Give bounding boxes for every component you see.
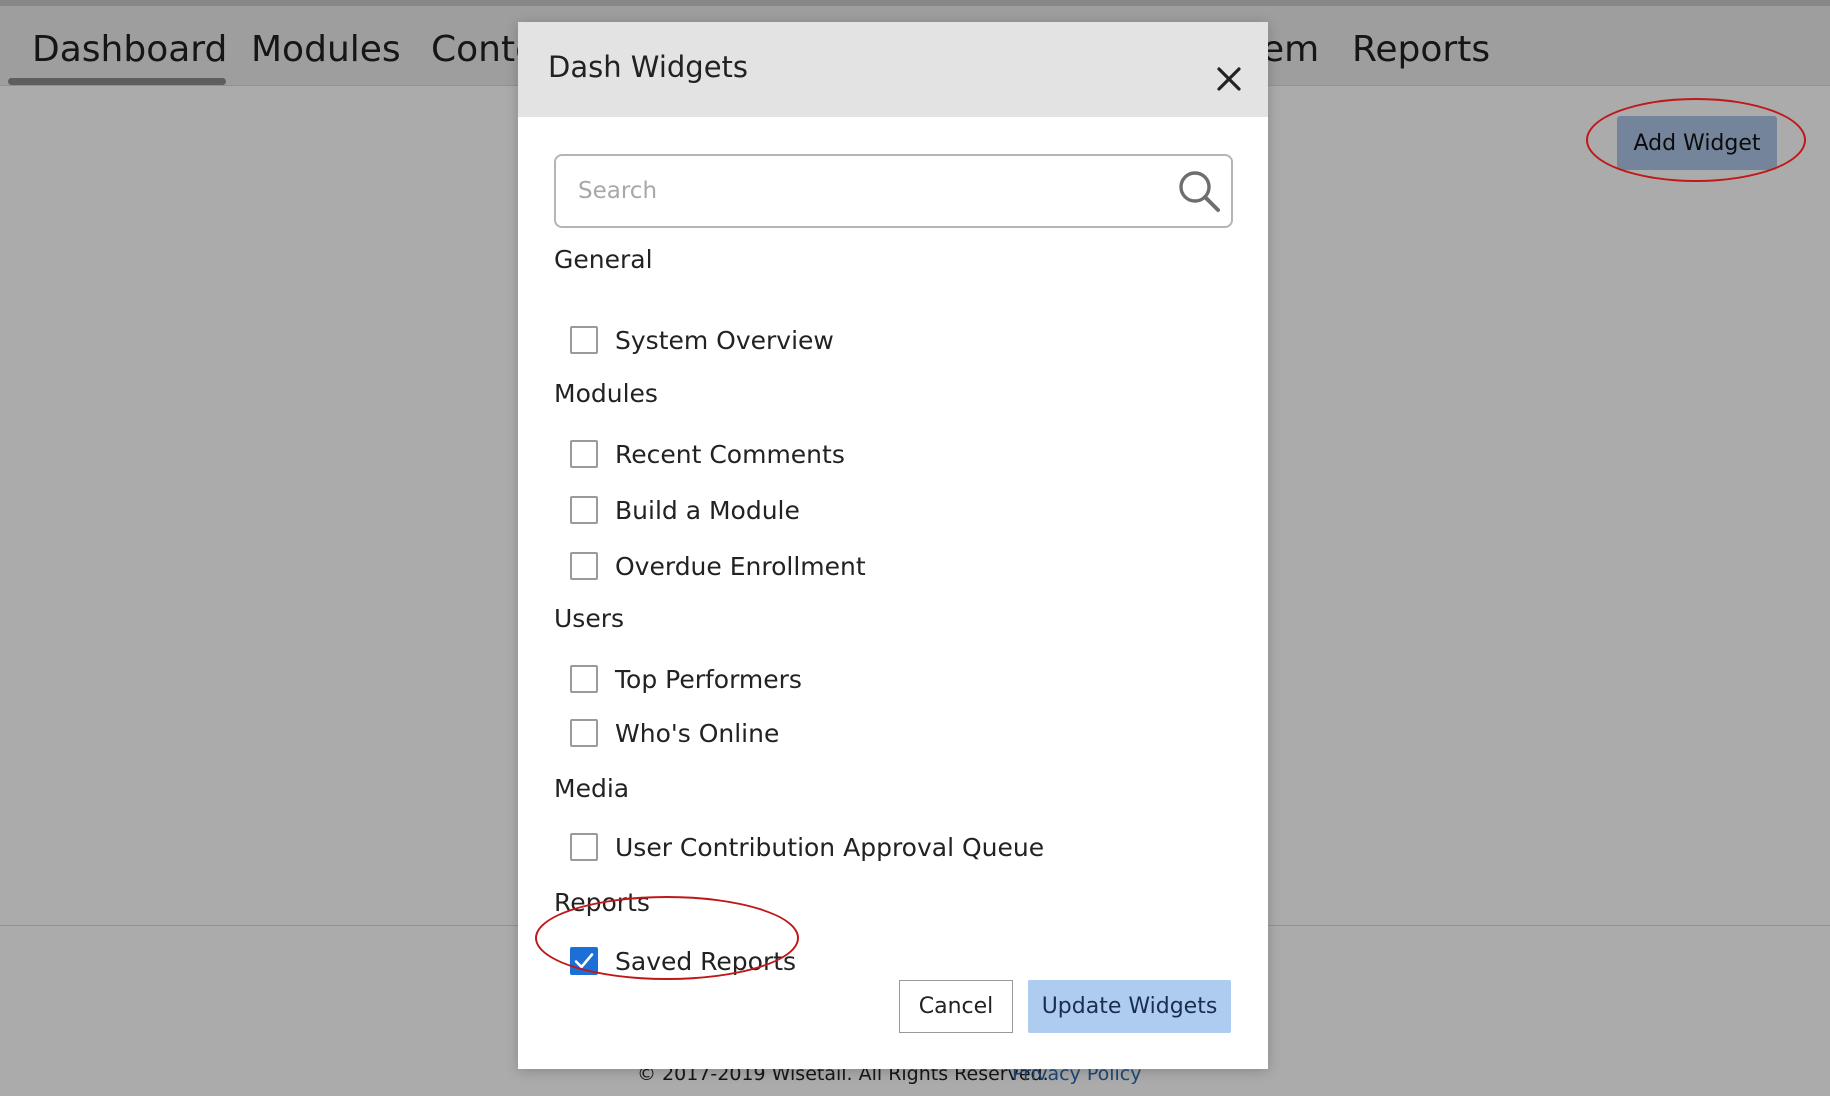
group-label-users: Users bbox=[554, 604, 625, 633]
checkbox[interactable] bbox=[570, 496, 598, 524]
checkbox[interactable] bbox=[570, 440, 598, 468]
search-input[interactable] bbox=[576, 166, 1140, 216]
option-label: Who's Online bbox=[615, 718, 780, 748]
group-label-modules: Modules bbox=[554, 379, 658, 408]
widget-option-build-a-module[interactable]: Build a Module bbox=[570, 492, 800, 528]
modal-title: Dash Widgets bbox=[548, 50, 749, 84]
checkbox[interactable] bbox=[570, 665, 598, 693]
checkbox-checked[interactable] bbox=[570, 947, 598, 975]
checkbox[interactable] bbox=[570, 552, 598, 580]
group-label-reports: Reports bbox=[554, 888, 650, 917]
update-widgets-button[interactable]: Update Widgets bbox=[1028, 980, 1231, 1033]
widget-option-top-performers[interactable]: Top Performers bbox=[570, 661, 802, 697]
widget-option-system-overview[interactable]: System Overview bbox=[570, 322, 834, 358]
group-label-media: Media bbox=[554, 774, 630, 803]
close-icon bbox=[1217, 67, 1241, 91]
widget-option-whos-online[interactable]: Who's Online bbox=[570, 715, 779, 751]
option-label: User Contribution Approval Queue bbox=[615, 832, 1045, 862]
option-label: System Overview bbox=[615, 325, 834, 355]
cancel-button[interactable]: Cancel bbox=[899, 980, 1013, 1033]
checkbox[interactable] bbox=[570, 833, 598, 861]
checkbox[interactable] bbox=[570, 326, 598, 354]
option-label: Recent Comments bbox=[615, 439, 845, 469]
option-label: Build a Module bbox=[615, 495, 800, 525]
search-icon[interactable] bbox=[1176, 168, 1222, 214]
group-label-general: General bbox=[554, 245, 653, 274]
widget-option-saved-reports[interactable]: Saved Reports bbox=[570, 943, 796, 979]
dash-widgets-modal: Dash Widgets General System Overview Mod… bbox=[518, 22, 1268, 1069]
modal-header: Dash Widgets bbox=[518, 22, 1268, 117]
close-button[interactable] bbox=[1206, 56, 1252, 102]
checkbox[interactable] bbox=[570, 719, 598, 747]
widget-option-overdue-enrollment[interactable]: Overdue Enrollment bbox=[570, 548, 866, 584]
option-label: Saved Reports bbox=[615, 946, 797, 976]
search-box bbox=[554, 154, 1233, 228]
widget-option-user-contribution-approval-queue[interactable]: User Contribution Approval Queue bbox=[570, 829, 1044, 865]
widget-option-recent-comments[interactable]: Recent Comments bbox=[570, 436, 845, 472]
checkmark-icon bbox=[574, 953, 594, 969]
option-label: Top Performers bbox=[615, 664, 802, 694]
option-label: Overdue Enrollment bbox=[615, 551, 866, 581]
